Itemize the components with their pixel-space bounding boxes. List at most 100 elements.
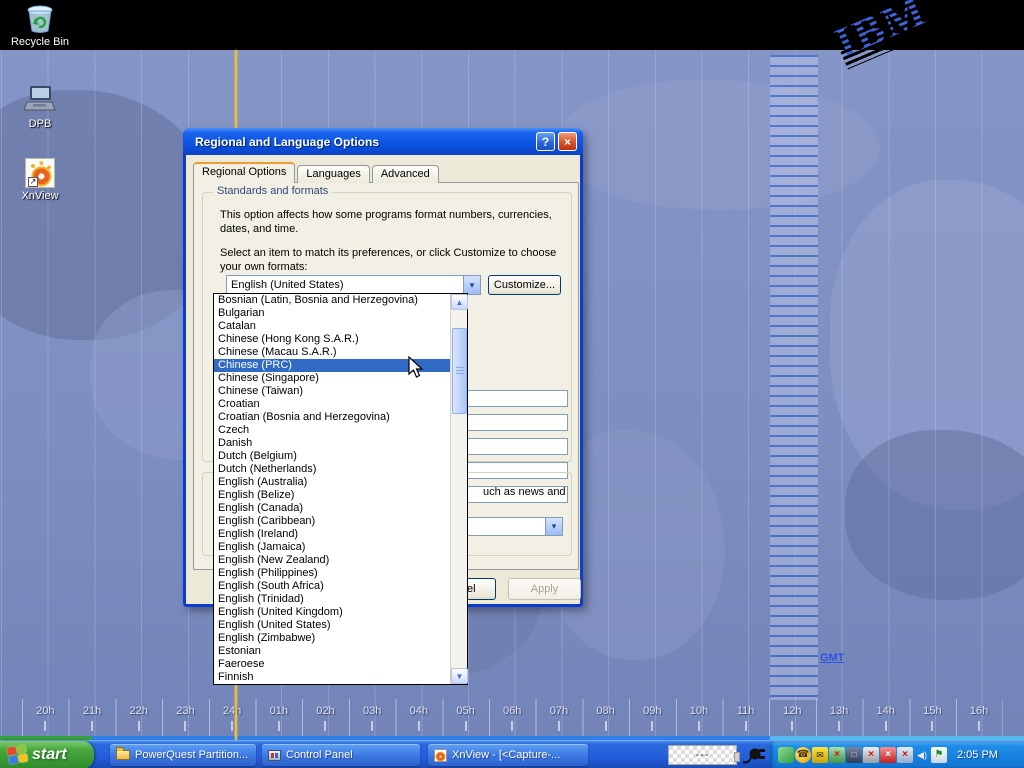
language-list-item[interactable]: English (Ireland) [214,528,450,541]
scroll-down-arrow-icon[interactable]: ▼ [451,668,468,684]
timezone-label: 01h [270,705,288,717]
mail-icon[interactable]: ✉ [812,747,828,763]
language-list-item[interactable]: Chinese (Taiwan) [214,385,450,398]
timezone-zone: 12h [769,699,816,739]
timezone-tick [184,721,186,731]
task-label: XnView - [<Capture-... [452,749,560,761]
scrollbar-thumb[interactable] [452,328,467,414]
language-list-item[interactable]: English (Jamaica) [214,541,450,554]
apply-button: Apply [508,578,581,600]
language-list-item[interactable]: English (Trinidad) [214,593,450,606]
language-list-item[interactable]: Catalan [214,320,450,333]
timezone-label: 09h [643,705,661,717]
timezone-label: 08h [596,705,614,717]
timezone-tick [511,721,513,731]
language-list-item[interactable]: Estonian [214,645,450,658]
language-list-item[interactable]: English (Belize) [214,489,450,502]
taskbar-button-control-panel[interactable]: Control Panel [262,744,420,766]
xnview-icon [434,749,447,762]
windows-flag-icon [7,744,30,765]
format-description-text: This option affects how some programs fo… [220,208,562,236]
network-offline-icon[interactable]: × [897,747,913,763]
customize-button[interactable]: Customize... [488,275,561,295]
battery-meter[interactable]: --- [668,745,737,765]
messenger-offline-icon[interactable]: × [829,747,845,763]
language-list-item[interactable]: Dutch (Belgium) [214,450,450,463]
tab[interactable]: Regional Options [193,162,295,183]
dialog-title: Regional and Language Options [195,135,379,149]
list-scrollbar[interactable]: ▲ ▼ [450,294,467,684]
xnview-glyph: ↗ [25,158,55,188]
standards-format-select[interactable]: English (United States) ▾ [226,275,481,295]
dialog-titlebar[interactable]: Regional and Language Options ? × [183,128,583,155]
scroll-up-arrow-icon[interactable]: ▲ [451,294,468,310]
timezone-zone: 23h [162,699,209,739]
dpb-shortcut-icon[interactable]: DPB [8,84,72,130]
timezone-label: 24h [223,705,241,717]
language-list-item[interactable]: Czech [214,424,450,437]
language-list-item[interactable]: Dutch (Netherlands) [214,463,450,476]
timezone-zone: 02h [302,699,349,739]
chevron-down-icon[interactable]: ▾ [545,518,562,535]
start-button[interactable]: start [0,741,94,768]
format-instruction-text: Select an item to match its preferences,… [220,246,565,274]
icon-label: DPB [29,118,52,130]
help-button[interactable]: ? [536,132,555,151]
language-list-item[interactable]: Croatian [214,398,450,411]
timezone-tick [558,721,560,731]
chevron-down-icon[interactable]: ▾ [463,276,480,294]
timezone-label: 22h [130,705,148,717]
timezone-tick [371,721,373,731]
device-error-icon[interactable]: × [880,747,896,763]
timezone-tick [231,721,233,731]
timezone-tick [791,721,793,731]
timezone-tick [651,721,653,731]
language-list-item[interactable]: Croatian (Bosnia and Herzegovina) [214,411,450,424]
network-icon[interactable]: □ [846,747,862,763]
language-list-item[interactable]: Finnish [214,671,450,684]
language-list-item[interactable]: Bosnian (Latin, Bosnia and Herzegovina) [214,294,450,307]
taskbar-button-powerquest[interactable]: PowerQuest Partition... [110,744,256,766]
language-list-item[interactable]: Chinese (Hong Kong S.A.R.) [214,333,450,346]
close-button[interactable]: × [558,132,577,151]
language-list-item[interactable]: English (United Kingdom) [214,606,450,619]
icon-label: XnView [21,190,58,202]
language-list-item[interactable]: English (Caribbean) [214,515,450,528]
volume-icon[interactable]: ◀) [914,747,930,763]
icon-label: Recycle Bin [11,36,69,48]
timezone-label: 02h [316,705,334,717]
timezone-label: 03h [363,705,381,717]
timezone-zone: 06h [489,699,536,739]
tab[interactable]: Languages [297,165,369,183]
timezone-tick [605,721,607,731]
language-list-item[interactable]: English (New Zealand) [214,554,450,567]
language-list-item[interactable]: Danish [214,437,450,450]
xnview-shortcut-icon[interactable]: ↗ XnView [8,158,72,202]
task-flag-icon[interactable]: ⚑ [931,747,947,763]
timezone-zone: 11h [722,699,769,739]
timezone-scale: 20h 21h 22h 23h [22,699,1003,739]
timezone-zone: 24h [209,699,256,739]
language-list-item[interactable]: Faeroese [214,658,450,671]
tab[interactable]: Advanced [372,165,439,183]
language-list-item[interactable]: English (Philippines) [214,567,450,580]
timezone-label: 06h [503,705,521,717]
language-dropdown-list[interactable]: ▲ ▼ Bosnian (Latin, Bosnia and Herzegovi… [213,293,468,685]
language-list-item[interactable]: English (South Africa) [214,580,450,593]
language-list-item[interactable]: English (Zimbabwe) [214,632,450,645]
gmt-label: GMT [820,652,844,664]
language-list-item[interactable]: English (Canada) [214,502,450,515]
recycle-bin-icon[interactable]: Recycle Bin [8,2,72,48]
language-list-item[interactable]: Bulgarian [214,307,450,320]
timezone-zone: 08h [582,699,629,739]
timezone-tick [745,721,747,731]
language-list-item[interactable]: English (Australia) [214,476,450,489]
taskbar-button-xnview[interactable]: XnView - [<Capture-... [428,744,588,766]
signal-offline-icon[interactable]: × [863,747,879,763]
language-list-item[interactable]: English (United States) [214,619,450,632]
top-strip: Recycle Bin IBM [0,0,1024,50]
modem-icon[interactable]: ☎ [795,747,811,763]
timezone-label: 23h [176,705,194,717]
system-tray: ☎ ✉ × □ × × × ◀) ⚑ 2:05 PM [770,741,1024,768]
removable-device-icon[interactable] [778,747,794,763]
